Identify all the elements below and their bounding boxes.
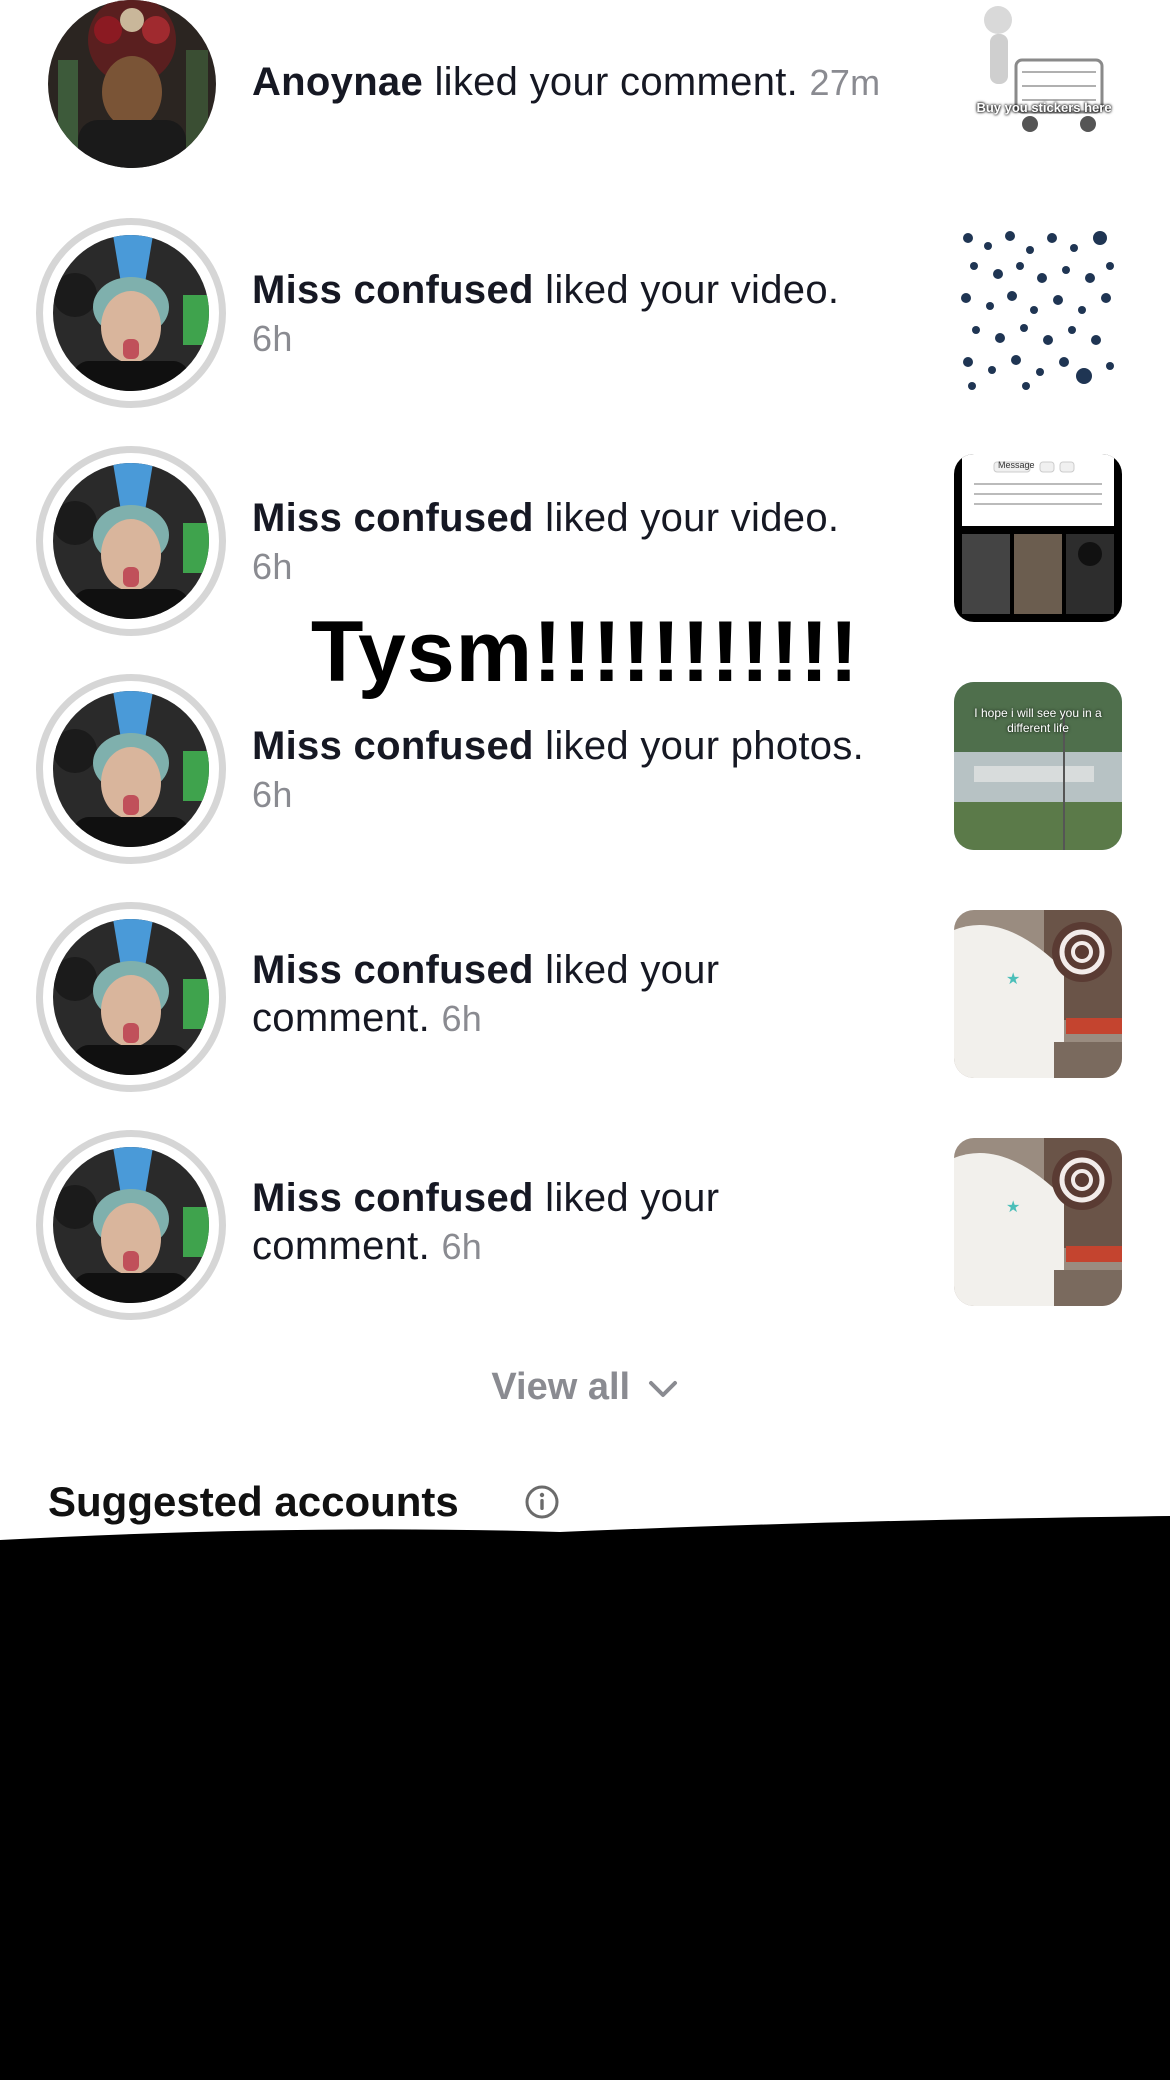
post-thumbnail[interactable]: Message xyxy=(954,454,1122,622)
avatar-image xyxy=(48,0,216,168)
username[interactable]: Miss confused xyxy=(252,724,534,768)
post-thumbnail[interactable]: ★ xyxy=(954,1138,1122,1306)
info-icon[interactable] xyxy=(524,1484,560,1520)
timestamp: 6h xyxy=(441,1226,483,1267)
timestamp: 6h xyxy=(252,318,293,359)
avatar[interactable] xyxy=(36,674,226,864)
notification-text: Miss confused liked your video. 6h xyxy=(252,494,932,591)
thumbnail-caption: I hope i will see you in a different lif… xyxy=(974,706,1102,735)
post-thumbnail[interactable]: Buy you stickers here xyxy=(966,0,1122,156)
action-text: liked your video. xyxy=(545,496,840,540)
username[interactable]: Miss confused xyxy=(252,948,534,992)
avatar[interactable] xyxy=(36,0,226,190)
view-all-label: View all xyxy=(491,1366,631,1408)
post-thumbnail[interactable]: I hope i will see you in a different lif… xyxy=(954,682,1122,850)
redaction-overlay xyxy=(0,1516,1170,2080)
thumbnail-caption: Buy you stickers here xyxy=(976,100,1112,115)
chevron-down-icon xyxy=(648,1380,677,1397)
username[interactable]: Anoynae xyxy=(252,60,423,104)
notification-row[interactable]: Miss confused liked your video. 6h xyxy=(0,212,1170,412)
action-text: liked your video. xyxy=(545,268,840,312)
view-all-button[interactable]: View all xyxy=(0,1366,1170,1409)
notification-text: Miss confused liked your comment. 6h xyxy=(252,1174,932,1271)
action-text-continued: comment. xyxy=(252,996,431,1040)
notification-text: Anoynae liked your comment. 27m xyxy=(252,58,932,107)
timestamp: 27m xyxy=(809,62,881,103)
action-text: liked your xyxy=(545,948,720,992)
avatar-image xyxy=(53,919,209,1075)
action-text: liked your xyxy=(545,1176,720,1220)
action-text: liked your comment. xyxy=(434,60,799,104)
notification-text: Miss confused liked your comment. 6h xyxy=(252,946,932,1043)
avatar-image xyxy=(53,463,209,619)
avatar[interactable] xyxy=(36,1130,226,1320)
notification-text: Miss confused liked your photos. 6h xyxy=(252,722,932,819)
notification-row[interactable]: Miss confused liked your comment. 6h ★ xyxy=(0,1124,1170,1324)
timestamp: 6h xyxy=(252,546,293,587)
notification-row[interactable]: Anoynae liked your comment. 27m Buy you … xyxy=(0,0,1170,180)
timestamp: 6h xyxy=(252,774,293,815)
svg-text:★: ★ xyxy=(1006,971,1020,988)
avatar[interactable] xyxy=(36,218,226,408)
action-text-continued: comment. xyxy=(252,1224,431,1268)
post-thumbnail[interactable]: ★ xyxy=(954,910,1122,1078)
svg-text:★: ★ xyxy=(1006,1199,1020,1216)
avatar-image xyxy=(53,235,209,391)
avatar-image xyxy=(53,1147,209,1303)
username[interactable]: Miss confused xyxy=(252,496,534,540)
username[interactable]: Miss confused xyxy=(252,268,534,312)
avatar-image xyxy=(53,691,209,847)
avatar[interactable] xyxy=(36,902,226,1092)
username[interactable]: Miss confused xyxy=(252,1176,534,1220)
action-text: liked your photos. xyxy=(545,724,865,768)
timestamp: 6h xyxy=(441,998,483,1039)
notification-row[interactable]: Miss confused liked your photos. 6h I ho… xyxy=(0,668,1170,868)
post-thumbnail[interactable] xyxy=(954,226,1122,394)
thumbnail-caption: Message xyxy=(998,460,1035,470)
notification-row[interactable]: Miss confused liked your comment. 6h ★ xyxy=(0,896,1170,1096)
notification-text: Miss confused liked your video. 6h xyxy=(252,266,932,363)
